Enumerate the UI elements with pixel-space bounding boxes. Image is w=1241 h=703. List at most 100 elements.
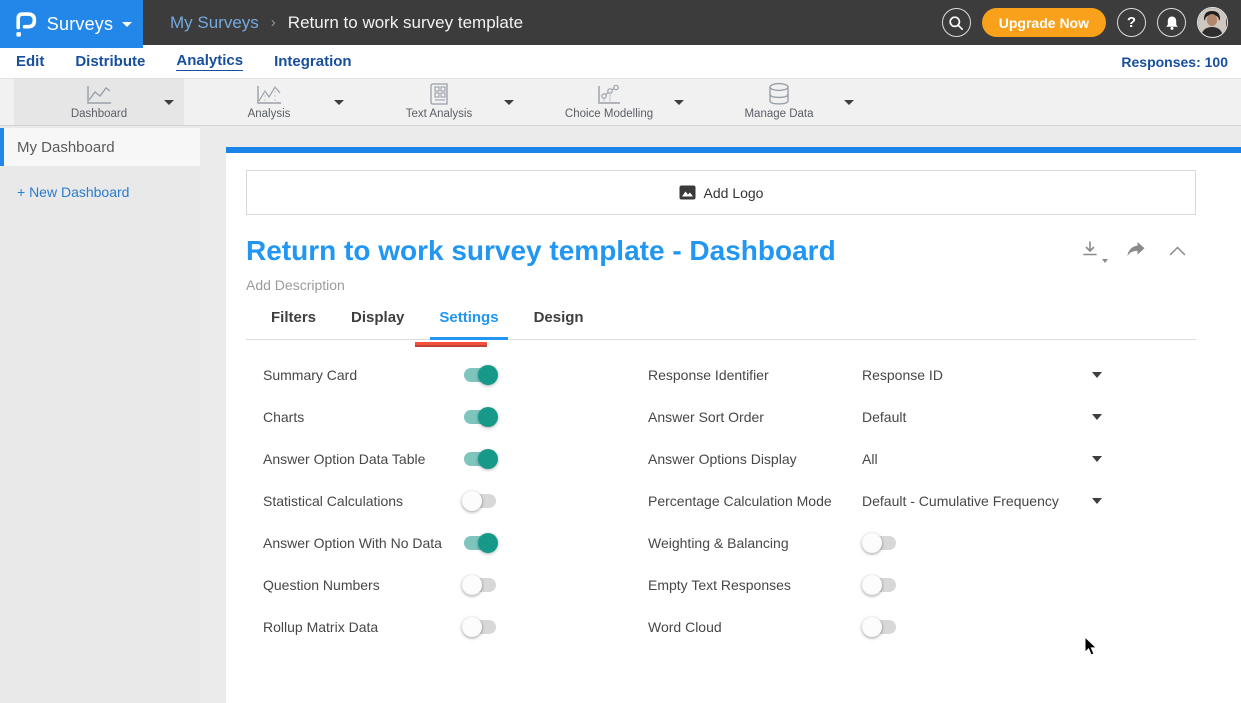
toolbar-item-analysis[interactable]: Analysis (184, 79, 354, 125)
area-chart-icon (254, 84, 284, 106)
share-button[interactable] (1124, 241, 1146, 263)
settings-row: Statistical Calculations Percentage Calc… (246, 480, 1196, 522)
toolbar-label: Analysis (248, 108, 291, 120)
tab-settings[interactable]: Settings (439, 309, 498, 339)
bell-icon (1164, 15, 1180, 31)
dropdown-response-identifier[interactable]: Response ID (862, 367, 943, 383)
top-bar: My Surveys › Return to work survey templ… (0, 0, 1241, 45)
chevron-down-icon[interactable] (504, 100, 514, 105)
toolbar-label: Text Analysis (406, 108, 472, 120)
menu-item-distribute[interactable]: Distribute (75, 53, 145, 71)
download-button[interactable] (1081, 240, 1101, 264)
toolbar-item-dashboard[interactable]: Dashboard (14, 79, 184, 125)
setting-label: Question Numbers (263, 577, 380, 593)
download-icon (1081, 240, 1101, 259)
setting-label: Empty Text Responses (648, 577, 791, 593)
product-switcher[interactable]: Surveys (0, 0, 143, 48)
setting-label: Charts (263, 409, 304, 425)
toolbar-label: Choice Modelling (565, 108, 653, 120)
toolbar-label: Manage Data (744, 108, 813, 120)
dashboard-sidebar: My Dashboard + New Dashboard (0, 126, 200, 703)
notifications-button[interactable] (1157, 8, 1186, 37)
tab-display[interactable]: Display (351, 309, 404, 339)
breadcrumb-separator-icon: › (271, 14, 276, 31)
toggle-empty-text-responses[interactable] (862, 575, 898, 595)
new-dashboard-button[interactable]: + New Dashboard (0, 184, 200, 200)
toggle-summary-card[interactable] (462, 365, 498, 385)
tab-filters[interactable]: Filters (271, 309, 316, 339)
toolbar-item-text-analysis[interactable]: Text Analysis (354, 79, 524, 125)
dropdown-answer-sort-order[interactable]: Default (862, 409, 906, 425)
help-button[interactable]: ? (1117, 8, 1146, 37)
toggle-answer-option-with-no-data[interactable] (462, 533, 498, 553)
settings-row: Summary Card Response Identifier Respons… (246, 354, 1196, 396)
toggle-answer-option-data-table[interactable] (462, 449, 498, 469)
setting-label: Answer Option Data Table (263, 451, 425, 467)
questionpro-logo-icon (11, 8, 38, 40)
settings-row: Rollup Matrix Data Word Cloud (246, 606, 1196, 648)
chevron-down-icon (122, 22, 132, 27)
setting-label: Answer Options Display (648, 451, 797, 467)
toggle-word-cloud[interactable] (862, 617, 898, 637)
settings-row: Answer Option Data Table Answer Options … (246, 438, 1196, 480)
setting-label: Answer Sort Order (648, 409, 764, 425)
toolbar-item-choice-modelling[interactable]: Choice Modelling (524, 79, 694, 125)
setting-label: Response Identifier (648, 367, 769, 383)
toggle-rollup-matrix-data[interactable] (462, 617, 498, 637)
database-icon (766, 84, 792, 106)
line-chart-icon (84, 84, 114, 106)
setting-label: Rollup Matrix Data (263, 619, 378, 635)
scatter-chart-icon (595, 84, 623, 106)
dropdown-percentage-calculation-mode[interactable]: Default - Cumulative Frequency (862, 493, 1059, 509)
dropdown-caret-icon[interactable] (1092, 456, 1102, 462)
add-description-field[interactable]: Add Description (226, 277, 1241, 293)
app-window: My Surveys › Return to work survey templ… (0, 0, 1241, 703)
page-title[interactable]: Return to work survey template - Dashboa… (246, 234, 1191, 268)
breadcrumb-current: Return to work survey template (288, 13, 523, 33)
sidebar-item-my-dashboard[interactable]: My Dashboard (0, 128, 200, 166)
help-icon: ? (1127, 14, 1136, 31)
chevron-down-icon[interactable] (334, 100, 344, 105)
dropdown-caret-icon[interactable] (1092, 372, 1102, 378)
breadcrumb-my-surveys[interactable]: My Surveys (170, 13, 259, 33)
topbar-actions: Upgrade Now ? (942, 0, 1228, 45)
breadcrumb: My Surveys › Return to work survey templ… (170, 0, 523, 45)
menu-item-integration[interactable]: Integration (274, 53, 352, 71)
add-logo-label: Add Logo (704, 185, 764, 201)
dropdown-answer-options-display[interactable]: All (862, 451, 878, 467)
avatar[interactable] (1197, 7, 1228, 38)
title-row: Return to work survey template - Dashboa… (226, 234, 1241, 268)
dropdown-caret-icon[interactable] (1092, 498, 1102, 504)
setting-label: Answer Option With No Data (263, 535, 442, 551)
setting-label: Summary Card (263, 367, 357, 383)
chevron-down-icon[interactable] (164, 100, 174, 105)
setting-label: Statistical Calculations (263, 493, 403, 509)
dropdown-caret-icon[interactable] (1092, 414, 1102, 420)
search-button[interactable] (942, 8, 971, 37)
product-label: Surveys (47, 14, 113, 35)
dashboard-tabs: Filters Display Settings Design (246, 309, 1196, 340)
chevron-down-icon[interactable] (844, 100, 854, 105)
collapse-button[interactable] (1169, 243, 1186, 261)
title-actions (1081, 240, 1186, 264)
toggle-charts[interactable] (462, 407, 498, 427)
menu-item-analytics[interactable]: Analytics (176, 52, 243, 71)
add-logo-button[interactable]: Add Logo (246, 170, 1196, 215)
image-icon (679, 185, 696, 200)
analytics-toolbar: Dashboard Analysis Text Analysis Choice … (0, 79, 1241, 126)
share-icon (1124, 241, 1146, 258)
dashboard-panel: Add Logo Return to work survey template … (226, 153, 1241, 703)
toggle-statistical-calculations[interactable] (462, 491, 498, 511)
toggle-question-numbers[interactable] (462, 575, 498, 595)
settings-row: Charts Answer Sort Order Default (246, 396, 1196, 438)
toggle-weighting-balancing[interactable] (862, 533, 898, 553)
main-content: Add Logo Return to work survey template … (226, 126, 1241, 703)
chevron-up-icon (1169, 246, 1186, 256)
toolbar-item-manage-data[interactable]: Manage Data (694, 79, 864, 125)
upgrade-now-button[interactable]: Upgrade Now (982, 8, 1106, 37)
responses-count[interactable]: Responses: 100 (1121, 45, 1228, 79)
tab-design[interactable]: Design (534, 309, 584, 339)
menu-item-edit[interactable]: Edit (16, 53, 44, 71)
setting-label: Percentage Calculation Mode (648, 493, 832, 509)
chevron-down-icon[interactable] (674, 100, 684, 105)
